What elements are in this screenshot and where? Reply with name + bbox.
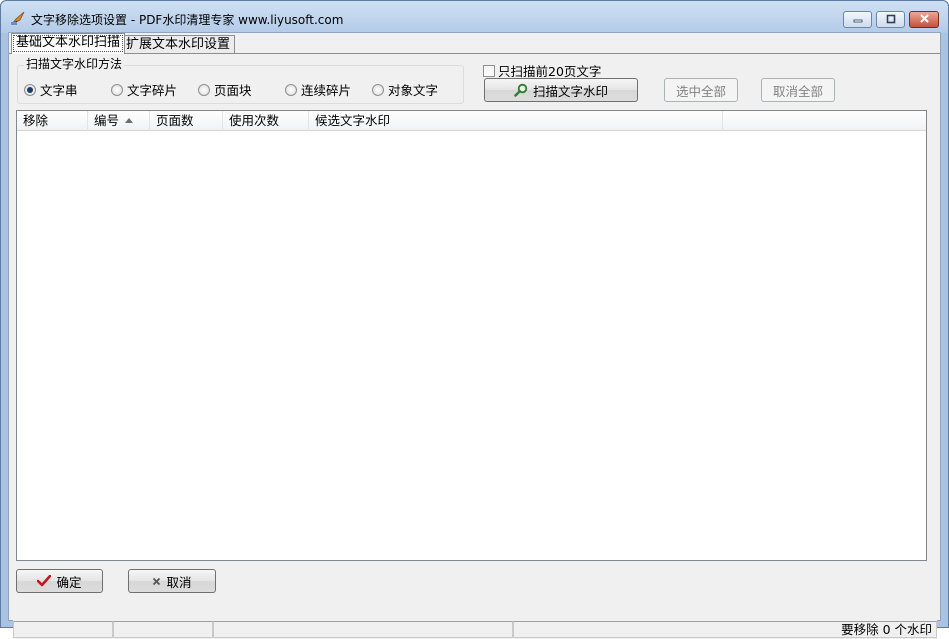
- tab-extended-settings[interactable]: 扩展文本水印设置: [121, 35, 235, 53]
- radio-continuous-fragment[interactable]: 连续碎片: [285, 80, 351, 99]
- checkmark-icon: [37, 575, 51, 587]
- cancel-button[interactable]: 取消: [128, 569, 216, 593]
- column-header-filler: [723, 111, 926, 131]
- status-summary: 要移除 0 个水印: [513, 621, 937, 638]
- column-header-number-label: 编号: [94, 113, 119, 128]
- dialog-client-area: 基础文本水印扫描 扩展文本水印设置 扫描文字水印方法 文字串 文字碎片 页面块: [8, 32, 941, 621]
- watermark-candidates-list[interactable]: 移除 编号 页面数 使用次数 候选文字水印: [16, 110, 927, 561]
- column-header-usage-count[interactable]: 使用次数: [223, 111, 309, 131]
- ok-button[interactable]: 确定: [16, 569, 103, 593]
- select-all-button[interactable]: 选中全部: [664, 78, 738, 102]
- radio-indicator: [111, 84, 123, 96]
- cancel-button-label: 取消: [166, 572, 191, 591]
- tab-panel-basic-scan: 扫描文字水印方法 文字串 文字碎片 页面块 连续碎片 对象文字 只扫描前20页文…: [9, 53, 940, 620]
- sort-ascending-icon: [125, 118, 133, 123]
- ok-button-label: 确定: [56, 572, 81, 591]
- close-window-button[interactable]: [909, 11, 939, 28]
- scan-method-group: 扫描文字水印方法 文字串 文字碎片 页面块 连续碎片 对象文字: [17, 65, 464, 104]
- maximize-icon: [886, 13, 896, 27]
- column-header-page-count[interactable]: 页面数: [150, 111, 223, 131]
- minimize-icon: [853, 13, 863, 27]
- radio-text-fragment[interactable]: 文字碎片: [111, 80, 177, 99]
- magnifier-icon: [514, 83, 528, 97]
- radio-label: 文字碎片: [127, 80, 177, 99]
- status-pane-1: [13, 621, 113, 638]
- column-header-candidate-text[interactable]: 候选文字水印: [309, 111, 723, 131]
- radio-indicator: [372, 84, 384, 96]
- minimize-button[interactable]: [843, 11, 872, 28]
- radio-page-block[interactable]: 页面块: [198, 80, 252, 99]
- radio-label: 对象文字: [388, 80, 438, 99]
- close-icon: [919, 13, 930, 27]
- list-header: 移除 编号 页面数 使用次数 候选文字水印: [17, 111, 926, 131]
- radio-label: 页面块: [214, 80, 252, 99]
- radio-indicator: [198, 84, 210, 96]
- radio-text-string[interactable]: 文字串: [24, 80, 78, 99]
- dialog-window: 文字移除选项设置 - PDF水印清理专家 www.liyusoft.com 基础…: [0, 0, 949, 628]
- close-x-icon: [152, 577, 161, 586]
- checkbox-indicator: [483, 65, 495, 77]
- scan-watermark-button[interactable]: 扫描文字水印: [484, 78, 638, 102]
- tab-basic-scan[interactable]: 基础文本水印扫描: [11, 33, 125, 54]
- column-header-number[interactable]: 编号: [88, 111, 150, 131]
- status-bar: 要移除 0 个水印: [13, 620, 937, 639]
- status-pane-2: [113, 621, 213, 638]
- radio-label: 连续碎片: [301, 80, 351, 99]
- column-header-remove[interactable]: 移除: [17, 111, 88, 131]
- scan-method-legend: 扫描文字水印方法: [24, 57, 124, 71]
- window-title: 文字移除选项设置 - PDF水印清理专家 www.liyusoft.com: [31, 11, 343, 28]
- title-bar[interactable]: 文字移除选项设置 - PDF水印清理专家 www.liyusoft.com: [1, 1, 948, 33]
- radio-label: 文字串: [40, 80, 78, 99]
- scan-button-label: 扫描文字水印: [533, 81, 608, 100]
- maximize-button[interactable]: [876, 11, 905, 28]
- status-pane-3: [213, 621, 513, 638]
- radio-indicator: [24, 84, 36, 96]
- app-feather-icon: [10, 10, 26, 26]
- deselect-all-button[interactable]: 取消全部: [761, 78, 835, 102]
- radio-object-text[interactable]: 对象文字: [372, 80, 438, 99]
- radio-indicator: [285, 84, 297, 96]
